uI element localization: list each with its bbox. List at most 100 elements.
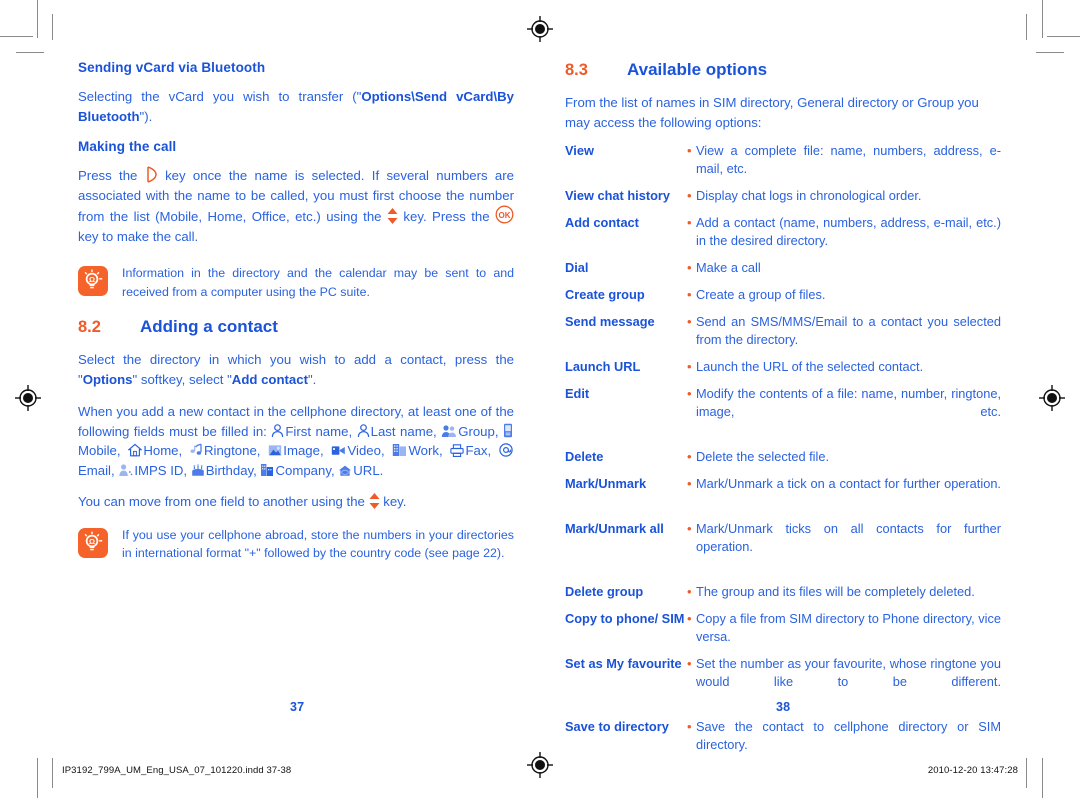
paragraph-options-intro: From the list of names in SIM directory,… [565,95,979,130]
option-bullet: • [687,584,692,599]
crop-mark-tl-v [37,0,38,38]
svg-text:Ω: Ω [89,275,95,284]
contact-field-label-home: Home, [143,443,183,458]
option-term-set-as-my-favourite: Set as My favourite [565,656,682,671]
image-icon [268,444,282,457]
option-desc-copy-to-phone-sim: Copy a file from SIM directory to Phone … [696,611,1001,644]
contact-field-label-video: Video, [347,443,385,458]
contact-field-label-ringtone: Ringtone, [204,443,261,458]
birthday-icon [191,463,205,477]
call-text-c: key. Press the [403,209,490,224]
ringtone-icon [190,443,203,457]
tip-text-international-format: If you use your cellphone abroad, store … [122,527,514,561]
option-bullet: • [687,476,692,491]
option-bullet: • [687,143,692,158]
section-title-8-3: Available options [627,60,768,79]
tip-box-pc-suite: Ω Information in the directory and the c… [78,264,514,301]
work-icon [392,443,407,457]
footer-timestamp: 2010-12-20 13:47:28 [927,765,1018,776]
table-row: Edit • Modify the contents of a file: na… [565,385,1001,448]
table-row: Launch URL • Launch the URL of the selec… [565,358,1001,385]
svg-text:OK: OK [499,211,511,220]
company-icon [260,463,274,477]
person-icon [271,423,284,438]
option-desc-view: View a complete file: name, numbers, add… [696,143,1001,176]
crop-mark-tr-v [1042,0,1043,38]
call-text-a: Press the [78,168,138,183]
option-bullet: • [687,215,692,230]
table-row: Create group • Create a group of files. [565,286,1001,313]
table-row: Add contact • Add a contact (name, numbe… [565,214,1001,259]
registration-mark-bottom [527,752,553,778]
option-bullet: • [687,611,692,626]
navigation-updown-key-icon [369,493,380,509]
video-icon [331,444,346,457]
paragraph-making-the-call: Press the key once the name is selected.… [78,166,514,246]
table-row: Mark/Unmark all • Mark/Unmark ticks on a… [565,520,1001,583]
left-page: Sending vCard via Bluetooth Selecting th… [78,60,514,738]
crop-mark-bl-v [37,758,38,798]
option-term-add-contact: Add contact [565,215,639,230]
svg-text:Ω: Ω [89,537,95,546]
crop-mark-br-v [1042,758,1043,798]
option-desc-mark-unmark: Mark/Unmark a tick on a contact for furt… [696,476,1001,491]
registration-mark-top [527,16,553,42]
option-bullet: • [687,260,692,275]
paragraph-contact-fields: When you add a new contact in the cellph… [78,402,514,480]
option-desc-send-message: Send an SMS/MMS/Email to a contact you s… [696,314,1001,347]
registration-mark-left [15,385,41,411]
option-term-save-to-directory: Save to directory [565,719,669,734]
footer-filename: IP3192_799A_UM_Eng_USA_07_101220.indd 37… [62,765,292,776]
mobile-icon [503,423,513,438]
paragraph-sending-vcard: Selecting the vCard you wish to transfer… [78,87,514,126]
lightbulb-icon: Ω [78,266,108,296]
contact-field-label-url: URL. [353,462,384,478]
option-desc-view-chat-history: Display chat logs in chronological order… [696,188,922,203]
option-desc-launch-url: Launch the URL of the selected contact. [696,359,924,374]
option-term-create-group: Create group [565,287,645,302]
lightbulb-icon: Ω [78,527,108,558]
table-row: Send message • Send an SMS/MMS/Email to … [565,313,1001,358]
option-bullet: • [687,359,692,374]
subheading-sending-vcard: Sending vCard via Bluetooth [78,60,266,75]
option-term-view: View [565,143,594,158]
page-number-right: 38 [776,700,791,714]
available-options-table: View • View a complete file: name, numbe… [565,142,1001,781]
section-title-8-2: Adding a contact [140,317,278,336]
contact-field-label-company: Company, [275,462,335,478]
option-bullet: • [687,656,692,671]
group-icon [441,424,457,438]
tip-text-pc-suite: Information in the directory and the cal… [122,266,514,299]
contact-field-label-work: Work, [408,443,443,458]
crop-mark-bl-v2 [52,758,53,788]
move-field-text-b: key. [383,494,407,509]
section-number-8-3: 8.3 [565,61,588,79]
option-term-delete-group: Delete group [565,584,644,599]
crop-mark-tr-v2 [1026,14,1027,40]
person-icon [357,423,370,438]
paragraph-move-between-fields: You can move from one field to another u… [78,492,514,512]
option-desc-mark-unmark-all: Mark/Unmark ticks on all contacts for fu… [696,521,1001,554]
registration-mark-right [1039,385,1065,411]
option-bullet: • [687,314,692,329]
option-term-send-message: Send message [565,314,655,329]
add-contact-menu-label: Add contact [231,371,308,387]
contact-field-label-first-name: First name, [285,423,353,439]
table-row: Delete • Delete the selected file. [565,448,1001,475]
option-term-view-chat-history: View chat history [565,188,671,203]
subheading-making-the-call: Making the call [78,139,177,154]
crop-mark-tr-h [1047,36,1080,37]
table-row: Mark/Unmark • Mark/Unmark a tick on a co… [565,475,1001,520]
crop-mark-tr-h2 [1036,52,1064,53]
option-desc-delete-group: The group and its files will be complete… [696,584,975,599]
table-row: Dial • Make a call [565,259,1001,286]
options-softkey-label: Options [82,371,133,387]
contact-field-label-birthday: Birthday, [205,462,257,478]
option-desc-set-as-my-favourite: Set the number as your favourite, whose … [696,656,1001,689]
crop-mark-br-v2 [1026,758,1027,788]
option-term-edit: Edit [565,386,590,401]
send-key-icon [145,166,158,183]
option-desc-edit: Modify the contents of a file: name, num… [696,386,1001,419]
table-row: Copy to phone/ SIM • Copy a file from SI… [565,610,1001,655]
contact-field-label-image: Image, [283,443,324,458]
